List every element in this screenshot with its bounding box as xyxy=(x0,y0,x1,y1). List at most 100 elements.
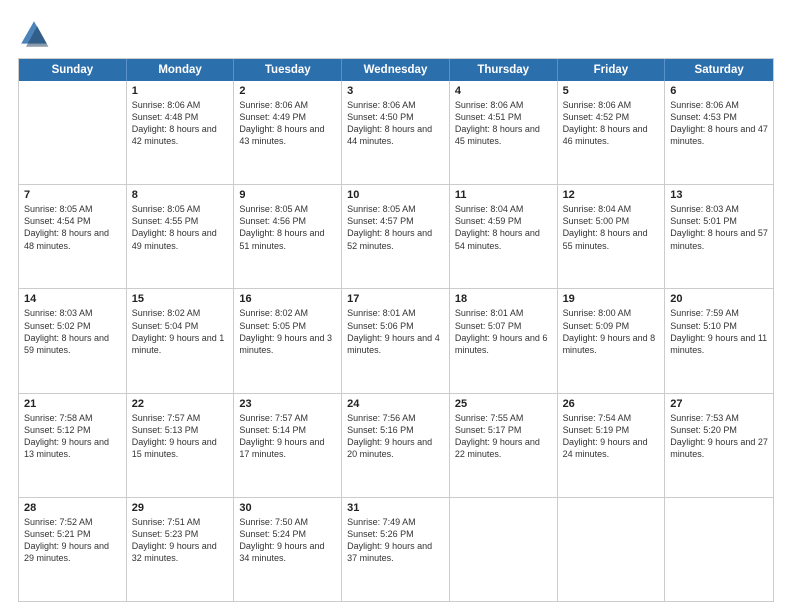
day-number: 27 xyxy=(670,398,768,410)
cal-cell-19: 19 Sunrise: 8:00 AM Sunset: 5:09 PM Dayli… xyxy=(558,289,666,392)
day-number: 28 xyxy=(24,502,121,514)
cell-details: Sunrise: 7:50 AM Sunset: 5:24 PM Dayligh… xyxy=(239,516,336,565)
cal-cell-14: 14Sunrise: 8:03 AM Sunset: 5:02 PM Dayli… xyxy=(19,289,127,392)
day-number: 5 xyxy=(563,85,660,97)
cal-cell-30: 30 Sunrise: 7:50 AM Sunset: 5:24 PM Dayli… xyxy=(234,498,342,601)
day-number: 1 xyxy=(132,85,229,97)
cell-details: Sunrise: 7:58 AM Sunset: 5:12 PM Dayligh… xyxy=(24,412,121,461)
cal-cell-21: 21 Sunrise: 7:58 AM Sunset: 5:12 PM Dayli… xyxy=(19,394,127,497)
cell-details: Sunrise: 8:01 AM Sunset: 5:07 PM Dayligh… xyxy=(455,307,552,356)
cal-cell-10: 10 Sunrise: 8:05 AM Sunset: 4:57 PM Dayli… xyxy=(342,185,450,288)
day-number: 16 xyxy=(239,293,336,305)
cal-cell-7: 7 Sunrise: 8:05 AM Sunset: 4:54 PM Daylig… xyxy=(19,185,127,288)
cell-details: Sunrise: 8:04 AM Sunset: 4:59 PM Dayligh… xyxy=(455,203,552,252)
cell-details: Sunrise: 7:59 AM Sunset: 5:10 PM Dayligh… xyxy=(670,307,768,356)
day-number: 17 xyxy=(347,293,444,305)
cell-details: Sunrise: 8:02 AM Sunset: 5:04 PM Dayligh… xyxy=(132,307,229,356)
cell-details: Sunrise: 8:05 AM Sunset: 4:54 PM Dayligh… xyxy=(24,203,121,252)
day-number: 22 xyxy=(132,398,229,410)
cal-cell-29: 29 Sunrise: 7:51 AM Sunset: 5:23 PM Dayli… xyxy=(127,498,235,601)
day-number: 24 xyxy=(347,398,444,410)
cal-cell-4: 4Sunrise: 8:06 AM Sunset: 4:51 PM Daylig… xyxy=(450,81,558,184)
day-number: 15 xyxy=(132,293,229,305)
header-day-tuesday: Tuesday xyxy=(234,59,342,81)
cell-details: Sunrise: 7:52 AM Sunset: 5:21 PM Dayligh… xyxy=(24,516,121,565)
cell-details: Sunrise: 8:01 AM Sunset: 5:06 PM Dayligh… xyxy=(347,307,444,356)
cell-details: Sunrise: 8:06 AM Sunset: 4:48 PM Dayligh… xyxy=(132,99,229,148)
cell-details: Sunrise: 8:03 AM Sunset: 5:01 PM Dayligh… xyxy=(670,203,768,252)
cell-details: Sunrise: 8:06 AM Sunset: 4:49 PM Dayligh… xyxy=(239,99,336,148)
day-number: 10 xyxy=(347,189,444,201)
day-number: 6 xyxy=(670,85,768,97)
cal-cell-26: 26 Sunrise: 7:54 AM Sunset: 5:19 PM Dayli… xyxy=(558,394,666,497)
day-number: 21 xyxy=(24,398,121,410)
cal-cell-11: 11 Sunrise: 8:04 AM Sunset: 4:59 PM Dayli… xyxy=(450,185,558,288)
day-number: 13 xyxy=(670,189,768,201)
header-day-wednesday: Wednesday xyxy=(342,59,450,81)
cal-cell-empty-4-5 xyxy=(558,498,666,601)
day-number: 20 xyxy=(670,293,768,305)
calendar-row-2: 14Sunrise: 8:03 AM Sunset: 5:02 PM Dayli… xyxy=(19,289,773,393)
cal-cell-18: 18 Sunrise: 8:01 AM Sunset: 5:07 PM Dayli… xyxy=(450,289,558,392)
cal-cell-5: 5Sunrise: 8:06 AM Sunset: 4:52 PM Daylig… xyxy=(558,81,666,184)
cal-cell-23: 23Sunrise: 7:57 AM Sunset: 5:14 PM Dayli… xyxy=(234,394,342,497)
cell-details: Sunrise: 7:57 AM Sunset: 5:13 PM Dayligh… xyxy=(132,412,229,461)
cal-cell-empty-0-0 xyxy=(19,81,127,184)
cal-cell-17: 17 Sunrise: 8:01 AM Sunset: 5:06 PM Dayli… xyxy=(342,289,450,392)
cell-details: Sunrise: 7:51 AM Sunset: 5:23 PM Dayligh… xyxy=(132,516,229,565)
cell-details: Sunrise: 8:06 AM Sunset: 4:53 PM Dayligh… xyxy=(670,99,768,148)
cal-cell-empty-4-6 xyxy=(665,498,773,601)
cal-cell-20: 20 Sunrise: 7:59 AM Sunset: 5:10 PM Dayli… xyxy=(665,289,773,392)
cal-cell-16: 16 Sunrise: 8:02 AM Sunset: 5:05 PM Dayli… xyxy=(234,289,342,392)
cal-cell-22: 22 Sunrise: 7:57 AM Sunset: 5:13 PM Dayli… xyxy=(127,394,235,497)
day-number: 11 xyxy=(455,189,552,201)
day-number: 26 xyxy=(563,398,660,410)
calendar-row-4: 28 Sunrise: 7:52 AM Sunset: 5:21 PM Dayli… xyxy=(19,498,773,601)
cal-cell-27: 27 Sunrise: 7:53 AM Sunset: 5:20 PM Dayli… xyxy=(665,394,773,497)
logo-icon xyxy=(18,18,50,50)
day-number: 31 xyxy=(347,502,444,514)
header-day-monday: Monday xyxy=(127,59,235,81)
header xyxy=(18,18,774,50)
day-number: 30 xyxy=(239,502,336,514)
day-number: 18 xyxy=(455,293,552,305)
calendar-row-3: 21 Sunrise: 7:58 AM Sunset: 5:12 PM Dayli… xyxy=(19,394,773,498)
day-number: 9 xyxy=(239,189,336,201)
cal-cell-8: 8Sunrise: 8:05 AM Sunset: 4:55 PM Daylig… xyxy=(127,185,235,288)
cell-details: Sunrise: 7:53 AM Sunset: 5:20 PM Dayligh… xyxy=(670,412,768,461)
cell-details: Sunrise: 7:54 AM Sunset: 5:19 PM Dayligh… xyxy=(563,412,660,461)
cal-cell-24: 24 Sunrise: 7:56 AM Sunset: 5:16 PM Dayli… xyxy=(342,394,450,497)
header-day-friday: Friday xyxy=(558,59,666,81)
logo xyxy=(18,18,54,50)
day-number: 4 xyxy=(455,85,552,97)
header-day-thursday: Thursday xyxy=(450,59,558,81)
day-number: 23 xyxy=(239,398,336,410)
day-number: 7 xyxy=(24,189,121,201)
cal-cell-12: 12Sunrise: 8:04 AM Sunset: 5:00 PM Dayli… xyxy=(558,185,666,288)
cell-details: Sunrise: 8:05 AM Sunset: 4:56 PM Dayligh… xyxy=(239,203,336,252)
calendar: SundayMondayTuesdayWednesdayThursdayFrid… xyxy=(18,58,774,602)
calendar-row-1: 7 Sunrise: 8:05 AM Sunset: 4:54 PM Daylig… xyxy=(19,185,773,289)
cell-details: Sunrise: 8:05 AM Sunset: 4:57 PM Dayligh… xyxy=(347,203,444,252)
day-number: 3 xyxy=(347,85,444,97)
cal-cell-28: 28 Sunrise: 7:52 AM Sunset: 5:21 PM Dayli… xyxy=(19,498,127,601)
header-day-sunday: Sunday xyxy=(19,59,127,81)
cell-details: Sunrise: 7:56 AM Sunset: 5:16 PM Dayligh… xyxy=(347,412,444,461)
cal-cell-6: 6 Sunrise: 8:06 AM Sunset: 4:53 PM Daylig… xyxy=(665,81,773,184)
day-number: 29 xyxy=(132,502,229,514)
cal-cell-25: 25Sunrise: 7:55 AM Sunset: 5:17 PM Dayli… xyxy=(450,394,558,497)
day-number: 19 xyxy=(563,293,660,305)
page: SundayMondayTuesdayWednesdayThursdayFrid… xyxy=(0,0,792,612)
cal-cell-15: 15 Sunrise: 8:02 AM Sunset: 5:04 PM Dayli… xyxy=(127,289,235,392)
cal-cell-9: 9 Sunrise: 8:05 AM Sunset: 4:56 PM Daylig… xyxy=(234,185,342,288)
header-day-saturday: Saturday xyxy=(665,59,773,81)
calendar-row-0: 1 Sunrise: 8:06 AM Sunset: 4:48 PM Daylig… xyxy=(19,81,773,185)
calendar-header: SundayMondayTuesdayWednesdayThursdayFrid… xyxy=(19,59,773,81)
cell-details: Sunrise: 8:03 AM Sunset: 5:02 PM Dayligh… xyxy=(24,307,121,356)
cell-details: Sunrise: 8:05 AM Sunset: 4:55 PM Dayligh… xyxy=(132,203,229,252)
cell-details: Sunrise: 8:02 AM Sunset: 5:05 PM Dayligh… xyxy=(239,307,336,356)
cell-details: Sunrise: 8:00 AM Sunset: 5:09 PM Dayligh… xyxy=(563,307,660,356)
cal-cell-empty-4-4 xyxy=(450,498,558,601)
cell-details: Sunrise: 7:55 AM Sunset: 5:17 PM Dayligh… xyxy=(455,412,552,461)
day-number: 12 xyxy=(563,189,660,201)
